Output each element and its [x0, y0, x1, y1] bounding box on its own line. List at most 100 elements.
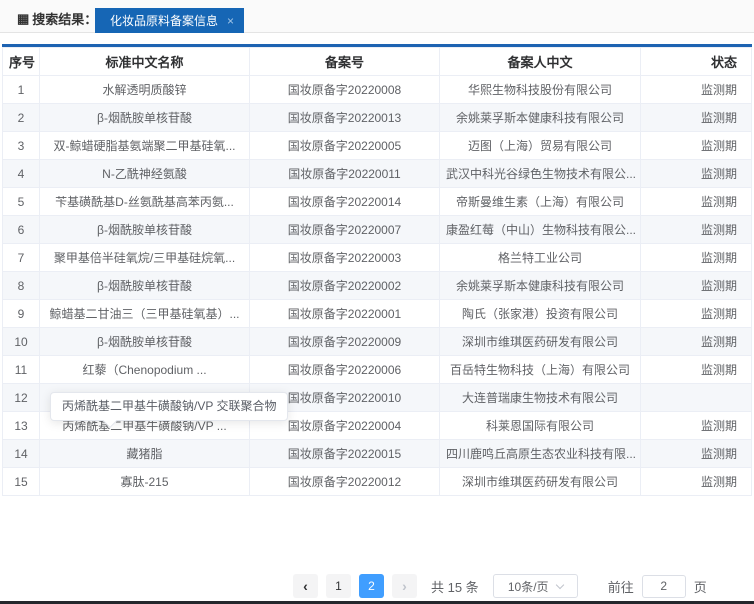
cell-name[interactable]: 聚甲基倍半硅氧烷/三甲基硅烷氧... — [40, 244, 250, 272]
table-row: 6β-烟酰胺单核苷酸国妆原备字20220007康盈红莓（中山）生物科技有限公..… — [3, 216, 752, 244]
cell-name[interactable]: 水解透明质酸锌 — [40, 76, 250, 104]
table-row: 8β-烟酰胺单核苷酸国妆原备字20220002余姚莱孚斯本健康科技有限公司监测期 — [3, 272, 752, 300]
table-row: 2β-烟酰胺单核苷酸国妆原备字20220013余姚莱孚斯本健康科技有限公司监测期 — [3, 104, 752, 132]
page-size-value: 10条/页 — [508, 578, 549, 595]
jump-suffix-label: 页 — [694, 577, 707, 596]
grid-icon: ▦ — [17, 11, 29, 27]
cell-serial: 3 — [3, 132, 40, 160]
cell-name[interactable]: 红藜（Chenopodium ... — [40, 356, 250, 384]
cell-registrant: 百岳特生物科技（上海）有限公司 — [440, 356, 641, 384]
table-row: 1水解透明质酸锌国妆原备字20220008华熙生物科技股份有限公司监测期 — [3, 76, 752, 104]
column-header-name: 标准中文名称 — [40, 48, 250, 76]
search-result-header-bar: ▦ 搜索结果： 化妆品原料备案信息 × — [0, 0, 754, 33]
column-header-registrant: 备案人中文 — [440, 48, 641, 76]
cell-status: 监测期 — [641, 188, 752, 216]
page-jump-group: 前往 页 — [608, 575, 707, 598]
cell-reg-no: 国妆原备字20220008 — [250, 76, 440, 104]
table-row: 11红藜（Chenopodium ...国妆原备字20220006百岳特生物科技… — [3, 356, 752, 384]
cell-registrant: 武汉中科光谷绿色生物技术有限公... — [440, 160, 641, 188]
cell-name[interactable]: 苄基磺酰基D-丝氨酰基高苯丙氨... — [40, 188, 250, 216]
cell-registrant: 华熙生物科技股份有限公司 — [440, 76, 641, 104]
cell-name[interactable]: β-烟酰胺单核苷酸 — [40, 216, 250, 244]
cell-name[interactable]: 寡肽-215 — [40, 468, 250, 496]
pagination-bar: ‹ 1 2 › 共 15 条 10条/页 前往 页 — [289, 574, 707, 598]
cell-reg-no: 国妆原备字20220003 — [250, 244, 440, 272]
name-overflow-tooltip: 丙烯酰基二甲基牛磺酸钠/VP 交联聚合物 — [50, 392, 288, 421]
table-row: 3双-鲸蜡硬脂基氨端聚二甲基硅氧...国妆原备字20220005迈图（上海）贸易… — [3, 132, 752, 160]
cell-registrant: 格兰特工业公司 — [440, 244, 641, 272]
cell-serial: 1 — [3, 76, 40, 104]
cell-reg-no: 国妆原备字20220011 — [250, 160, 440, 188]
tab-cosmetic-raw-material-registration[interactable]: 化妆品原料备案信息 × — [95, 8, 244, 33]
cell-status: 监测期 — [641, 272, 752, 300]
cell-registrant: 帝斯曼维生素（上海）有限公司 — [440, 188, 641, 216]
cell-serial: 5 — [3, 188, 40, 216]
cell-status: 监测期 — [641, 160, 752, 188]
chevron-down-icon — [555, 580, 563, 588]
cell-serial: 14 — [3, 440, 40, 468]
cell-status: 监测期 — [641, 76, 752, 104]
search-result-label-text: 搜索结果： — [32, 9, 97, 28]
cell-reg-no: 国妆原备字20220001 — [250, 300, 440, 328]
column-header-reg-no: 备案号 — [250, 48, 440, 76]
cell-registrant: 迈图（上海）贸易有限公司 — [440, 132, 641, 160]
cell-name[interactable]: β-烟酰胺单核苷酸 — [40, 328, 250, 356]
cell-name[interactable]: β-烟酰胺单核苷酸 — [40, 272, 250, 300]
cell-reg-no: 国妆原备字20220002 — [250, 272, 440, 300]
table-row: 14藏猪脂国妆原备字20220015四川鹿鸣丘高原生态农业科技有限...监测期 — [3, 440, 752, 468]
cell-status: 监测期 — [641, 132, 752, 160]
cell-status: 监测期 — [641, 440, 752, 468]
column-header-status: 状态 — [641, 48, 752, 76]
cell-reg-no: 国妆原备字20220014 — [250, 188, 440, 216]
cell-status: 监测期 — [641, 468, 752, 496]
cell-name[interactable]: 鲸蜡基二甘油三（三甲基硅氧基）... — [40, 300, 250, 328]
table-row: 5苄基磺酰基D-丝氨酰基高苯丙氨...国妆原备字20220014帝斯曼维生素（上… — [3, 188, 752, 216]
next-page-button[interactable]: › — [392, 574, 417, 598]
search-result-label: ▦ 搜索结果： — [17, 9, 97, 28]
cell-serial: 13 — [3, 412, 40, 440]
cell-reg-no: 国妆原备字20220006 — [250, 356, 440, 384]
page-button-1[interactable]: 1 — [326, 574, 351, 598]
cell-name[interactable]: β-烟酰胺单核苷酸 — [40, 104, 250, 132]
cell-serial: 2 — [3, 104, 40, 132]
table-row: 15寡肽-215国妆原备字20220012深圳市维琪医药研发有限公司监测期 — [3, 468, 752, 496]
cell-registrant: 余姚莱孚斯本健康科技有限公司 — [440, 104, 641, 132]
cell-registrant: 余姚莱孚斯本健康科技有限公司 — [440, 272, 641, 300]
cell-status: 监测期 — [641, 328, 752, 356]
prev-page-button[interactable]: ‹ — [293, 574, 318, 598]
cell-registrant: 深圳市维琪医药研发有限公司 — [440, 468, 641, 496]
cell-registrant: 科莱恩国际有限公司 — [440, 412, 641, 440]
cell-serial: 9 — [3, 300, 40, 328]
table-row: 7聚甲基倍半硅氧烷/三甲基硅烷氧...国妆原备字20220003格兰特工业公司监… — [3, 244, 752, 272]
cell-status: 监测期 — [641, 412, 752, 440]
cell-serial: 12 — [3, 384, 40, 412]
cell-registrant: 大连普瑞康生物技术有限公司 — [440, 384, 641, 412]
cell-registrant: 深圳市维琪医药研发有限公司 — [440, 328, 641, 356]
total-count-text: 共 15 条 — [431, 577, 479, 596]
tooltip-text: 丙烯酰基二甲基牛磺酸钠/VP 交联聚合物 — [62, 399, 276, 413]
cell-serial: 15 — [3, 468, 40, 496]
cell-name[interactable]: 双-鲸蜡硬脂基氨端聚二甲基硅氧... — [40, 132, 250, 160]
cell-reg-no: 国妆原备字20220005 — [250, 132, 440, 160]
cell-name[interactable]: 藏猪脂 — [40, 440, 250, 468]
cell-status: 监测期 — [641, 104, 752, 132]
page-size-select[interactable]: 10条/页 — [493, 574, 578, 598]
cell-serial: 11 — [3, 356, 40, 384]
cell-status: 监测期 — [641, 216, 752, 244]
cell-serial: 6 — [3, 216, 40, 244]
cell-reg-no: 国妆原备字20220013 — [250, 104, 440, 132]
cell-name[interactable]: N-乙酰神经氨酸 — [40, 160, 250, 188]
jump-prefix-label: 前往 — [608, 577, 634, 596]
cell-status: 监测期 — [641, 244, 752, 272]
cell-serial: 8 — [3, 272, 40, 300]
table-row: 9鲸蜡基二甘油三（三甲基硅氧基）...国妆原备字20220001陶氏（张家港）投… — [3, 300, 752, 328]
table-header-row: 序号 标准中文名称 备案号 备案人中文 状态 — [3, 48, 752, 76]
page-button-2[interactable]: 2 — [359, 574, 384, 598]
jump-page-input[interactable] — [642, 575, 686, 598]
cell-serial: 10 — [3, 328, 40, 356]
tab-close-icon[interactable]: × — [227, 15, 234, 27]
cell-registrant: 四川鹿鸣丘高原生态农业科技有限... — [440, 440, 641, 468]
cell-registrant: 陶氏（张家港）投资有限公司 — [440, 300, 641, 328]
cell-serial: 4 — [3, 160, 40, 188]
results-table: 序号 标准中文名称 备案号 备案人中文 状态 1水解透明质酸锌国妆原备字2022… — [2, 47, 752, 496]
